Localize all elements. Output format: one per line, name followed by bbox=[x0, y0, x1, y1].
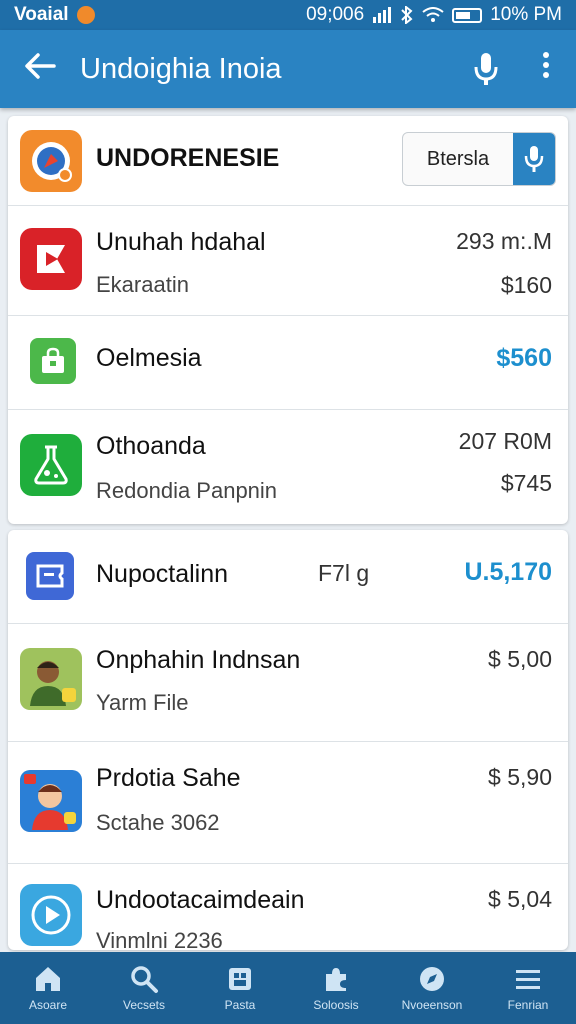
puzzle-icon bbox=[326, 968, 346, 991]
nav-label: Asoare bbox=[28, 998, 68, 1012]
item-price: $560 bbox=[496, 344, 552, 372]
signal-icon bbox=[373, 7, 392, 23]
item-price: $ 5,04 bbox=[488, 886, 552, 912]
item-name: Onphahin Indnsan bbox=[96, 646, 301, 674]
more-options-button[interactable] bbox=[516, 51, 576, 87]
item-subtitle: Sctahe 3062 bbox=[96, 810, 220, 835]
back-button[interactable] bbox=[0, 50, 80, 89]
item-price: $ 5,90 bbox=[488, 764, 552, 790]
list-item[interactable]: Onphahin Indnsan Yarm File $ 5,00 bbox=[8, 624, 568, 742]
nav-item-home[interactable]: Asoare bbox=[0, 952, 96, 1024]
nav-item-search[interactable]: Vecsets bbox=[96, 952, 192, 1024]
item-price: U.5,170 bbox=[464, 558, 552, 586]
app-list-card: Nupoctalinn F7l g U.5,170 Onphahin Indns… bbox=[8, 530, 568, 950]
list-item[interactable]: UNDORENESIE Btersla bbox=[8, 116, 568, 206]
list-item[interactable]: Oelmesia $560 bbox=[8, 316, 568, 410]
action-button[interactable]: Btersla bbox=[402, 132, 556, 186]
item-name: Undootacaimdeain bbox=[96, 886, 305, 914]
list-item[interactable]: Othoanda Redondia Panpnin 207 R0M $745 bbox=[8, 410, 568, 524]
list-item[interactable]: Nupoctalinn F7l g U.5,170 bbox=[8, 530, 568, 624]
menu-icon bbox=[516, 970, 540, 989]
nav-label: Nvoeenson bbox=[401, 998, 463, 1012]
nav-item-store[interactable]: Pasta bbox=[192, 952, 288, 1024]
nav-item-menu[interactable]: Fenrian bbox=[480, 952, 576, 1024]
item-size: 293 m:.M bbox=[456, 228, 552, 254]
list-item[interactable]: Prdotia Sahe Sctahe 3062 $ 5,90 bbox=[8, 742, 568, 864]
bluetooth-icon bbox=[401, 6, 413, 24]
arrow-left-icon bbox=[25, 52, 56, 79]
more-vertical-icon bbox=[543, 52, 549, 78]
nav-item-explore[interactable]: Nvoeenson bbox=[384, 952, 480, 1024]
video-play-icon bbox=[20, 228, 82, 290]
clock: 09;006 bbox=[306, 4, 365, 25]
status-bar: Voaial 09;006 10% PM bbox=[0, 0, 576, 30]
item-size: F7l g bbox=[318, 560, 370, 586]
ticket-icon bbox=[26, 552, 74, 600]
nav-label: Vecsets bbox=[122, 998, 166, 1012]
wifi-icon bbox=[422, 7, 444, 22]
bottom-navigation: Asoare Vecsets Pasta Soloosis Nvoeenson … bbox=[0, 952, 576, 1024]
item-subtitle: Yarm File bbox=[96, 690, 189, 715]
store-icon bbox=[229, 968, 251, 990]
notification-icon bbox=[76, 6, 95, 24]
item-price: $160 bbox=[500, 272, 552, 298]
play-circle-icon bbox=[20, 884, 82, 946]
app-bar: Undoighia Inoia bbox=[0, 30, 576, 108]
avatar-game-icon bbox=[20, 648, 82, 710]
item-subtitle: Ekaraatin bbox=[96, 272, 189, 297]
carrier-label: Voaial bbox=[14, 4, 69, 25]
item-name: Prdotia Sahe bbox=[96, 764, 241, 792]
item-name: Unuhah hdahal bbox=[96, 228, 266, 256]
microphone-icon bbox=[513, 133, 555, 185]
nav-item-games[interactable]: Soloosis bbox=[288, 952, 384, 1024]
app-list-card: UNDORENESIE Btersla Unuhah hdahal Ekaraa… bbox=[8, 116, 568, 524]
list-item[interactable]: Undootacaimdeain Vinmlni 2236 $ 5,04 bbox=[8, 864, 568, 950]
item-subtitle: Vinmlni 2236 bbox=[96, 928, 223, 950]
flask-icon bbox=[20, 434, 82, 496]
microphone-icon bbox=[474, 53, 498, 85]
item-name: Othoanda bbox=[96, 432, 206, 460]
list-item[interactable]: Unuhah hdahal Ekaraatin 293 m:.M $160 bbox=[8, 206, 568, 316]
browser-icon bbox=[20, 130, 82, 192]
page-title: Undoighia Inoia bbox=[80, 52, 282, 85]
item-price: $ 5,00 bbox=[488, 646, 552, 672]
battery-icon bbox=[452, 7, 483, 23]
item-price: $745 bbox=[500, 470, 552, 496]
item-name: Oelmesia bbox=[96, 344, 202, 372]
action-button-label: Btersla bbox=[426, 147, 490, 170]
avatar-game-icon bbox=[20, 770, 82, 832]
item-subtitle: Redondia Panpnin bbox=[96, 478, 278, 503]
item-size: 207 R0M bbox=[458, 428, 552, 454]
compass-icon bbox=[420, 967, 444, 991]
item-name: Nupoctalinn bbox=[96, 560, 229, 588]
nav-label: Fenrian bbox=[507, 998, 549, 1012]
battery-label: 10% PM bbox=[490, 4, 562, 25]
nav-label: Pasta bbox=[224, 998, 256, 1012]
bag-icon bbox=[30, 338, 76, 384]
voice-search-button[interactable] bbox=[456, 51, 516, 87]
nav-label: Soloosis bbox=[313, 998, 359, 1012]
item-name: UNDORENESIE bbox=[96, 144, 280, 172]
search-icon bbox=[131, 966, 158, 993]
home-icon bbox=[36, 967, 60, 991]
